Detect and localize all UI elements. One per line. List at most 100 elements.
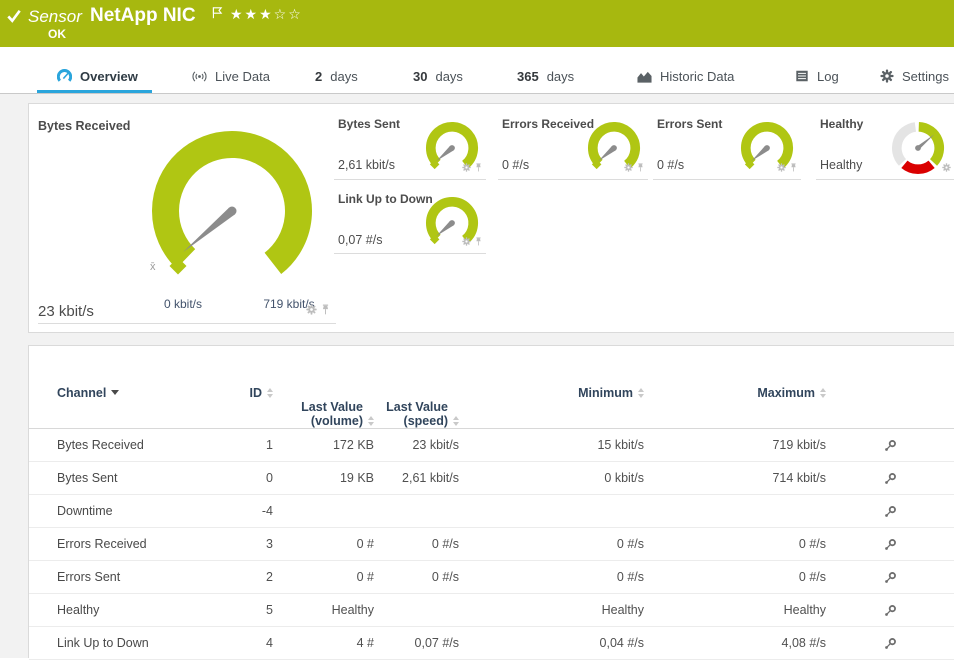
last-value-volume: 0 # (273, 537, 374, 551)
log-icon (795, 69, 809, 83)
gauge-errors-sent: Errors Sent 0 #/s (653, 111, 801, 180)
tab-365-days[interactable]: 365 days (517, 59, 574, 93)
channel-name: Link Up to Down (57, 636, 222, 650)
last-value-volume: 19 KB (273, 471, 374, 485)
gear-icon[interactable] (462, 233, 471, 251)
table-row[interactable]: Errors Sent 2 0 # 0 #/s 0 #/s 0 #/s (29, 561, 954, 594)
channel-id: 3 (222, 537, 273, 551)
gauge-dial: x̄ (147, 126, 317, 296)
gauge-errors-received: Errors Received 0 #/s (498, 111, 648, 180)
last-value-volume: 0 # (273, 570, 374, 584)
last-value-volume: 4 # (273, 636, 374, 650)
minimum-value: 0 kbit/s (459, 471, 644, 485)
minimum-value: 0 #/s (459, 570, 644, 584)
last-value-volume: 172 KB (273, 438, 374, 452)
table-row[interactable]: Downtime -4 (29, 495, 954, 528)
channel-name: Errors Received (57, 537, 222, 551)
gauge-bytes-sent: Bytes Sent 2,61 kbit/s (334, 111, 486, 180)
channel-name: Bytes Received (57, 438, 222, 452)
channel-name: Healthy (57, 603, 222, 617)
wrench-icon[interactable] (884, 505, 897, 518)
maximum-value: 719 kbit/s (644, 438, 826, 452)
wrench-icon[interactable] (884, 472, 897, 485)
gauge-title: Bytes Sent (338, 117, 400, 131)
table-row[interactable]: Errors Received 3 0 # 0 #/s 0 #/s 0 #/s (29, 528, 954, 561)
last-value-speed: 23 kbit/s (374, 438, 459, 452)
gear-icon (880, 69, 894, 83)
sort-desc-icon (111, 390, 119, 395)
priority-flag-icon[interactable] (211, 6, 224, 24)
gauge-current-value: 2,61 kbit/s (338, 158, 395, 172)
column-header-id[interactable]: ID (222, 386, 273, 428)
maximum-value: 4,08 #/s (644, 636, 826, 650)
tab-2-days[interactable]: 2 days (315, 59, 358, 93)
tab-30-days[interactable]: 30 days (413, 59, 463, 93)
live-data-icon (192, 69, 207, 84)
last-value-speed: 0 #/s (374, 537, 459, 551)
pin-icon[interactable] (474, 159, 483, 177)
tab-log[interactable]: Log (795, 59, 839, 93)
table-header-row: Channel ID Last Value (volume) Last Valu… (29, 346, 954, 429)
maximum-value: Healthy (644, 603, 826, 617)
tab-overview[interactable]: Overview (57, 59, 138, 93)
column-header-last-value-volume[interactable]: Last Value (volume) (273, 386, 374, 428)
tab-label: days (547, 69, 574, 84)
minimum-value: 15 kbit/s (459, 438, 644, 452)
sensor-status-header: Sensor NetApp NIC ★★★☆☆ OK (0, 0, 954, 47)
pin-icon[interactable] (474, 233, 483, 251)
tab-live-data[interactable]: Live Data (192, 59, 270, 93)
table-row[interactable]: Link Up to Down 4 4 # 0,07 #/s 0,04 #/s … (29, 627, 954, 660)
tab-historic-data[interactable]: Historic Data (637, 59, 734, 93)
pin-icon[interactable] (789, 159, 798, 177)
wrench-icon[interactable] (884, 571, 897, 584)
gauge-current-value: 0 #/s (502, 158, 529, 172)
column-header-channel[interactable]: Channel (57, 386, 222, 428)
table-row[interactable]: Bytes Sent 0 19 KB 2,61 kbit/s 0 kbit/s … (29, 462, 954, 495)
tab-label: Overview (80, 69, 138, 84)
tab-label: Settings (902, 69, 949, 84)
average-marker: x̄ (150, 261, 156, 273)
gauge-title: Link Up to Down (338, 192, 433, 206)
gauge-current-value: 0 #/s (657, 158, 684, 172)
minimum-value: Healthy (459, 603, 644, 617)
channel-id: 5 (222, 603, 273, 617)
gear-icon[interactable] (306, 302, 317, 320)
check-icon (7, 9, 21, 28)
tab-label: days (435, 69, 462, 84)
channel-name: Bytes Sent (57, 471, 222, 485)
pin-icon[interactable] (320, 302, 331, 320)
channel-id: -4 (222, 504, 273, 518)
priority-stars[interactable]: ★★★☆☆ (230, 6, 303, 23)
channel-id: 2 (222, 570, 273, 584)
gear-icon[interactable] (777, 159, 786, 177)
tab-settings[interactable]: Settings (880, 59, 949, 93)
minimum-value: 0 #/s (459, 537, 644, 551)
column-header-last-value-speed[interactable]: Last Value (speed) (374, 386, 459, 428)
tab-label: Log (817, 69, 839, 84)
gear-icon[interactable] (942, 159, 951, 177)
minimum-value: 0,04 #/s (459, 636, 644, 650)
gauge-scale-min: 0 kbit/s (147, 297, 219, 311)
wrench-icon[interactable] (884, 439, 897, 452)
wrench-icon[interactable] (884, 637, 897, 650)
historic-chart-icon (637, 69, 652, 84)
table-row[interactable]: Bytes Received 1 172 KB 23 kbit/s 15 kbi… (29, 429, 954, 462)
column-header-minimum[interactable]: Minimum (459, 386, 644, 428)
wrench-icon[interactable] (884, 604, 897, 617)
gear-icon[interactable] (462, 159, 471, 177)
pin-icon[interactable] (636, 159, 645, 177)
column-header-maximum[interactable]: Maximum (644, 386, 826, 428)
gauge-current-value: 0,07 #/s (338, 233, 382, 247)
last-value-speed: 2,61 kbit/s (374, 471, 459, 485)
gauge-healthy: Healthy Healthy (816, 111, 954, 180)
channel-name: Errors Sent (57, 570, 222, 584)
gauge-icon (57, 69, 72, 84)
table-row[interactable]: Healthy 5 Healthy Healthy Healthy (29, 594, 954, 627)
tab-number: 365 (517, 69, 539, 84)
gear-icon[interactable] (624, 159, 633, 177)
prtg-sensor-page: { "colors": { "ok-green": "#a7b80f", "ga… (0, 0, 954, 658)
channel-id: 4 (222, 636, 273, 650)
wrench-icon[interactable] (884, 538, 897, 551)
gauge-title: Errors Sent (657, 117, 722, 131)
tab-label: days (330, 69, 357, 84)
